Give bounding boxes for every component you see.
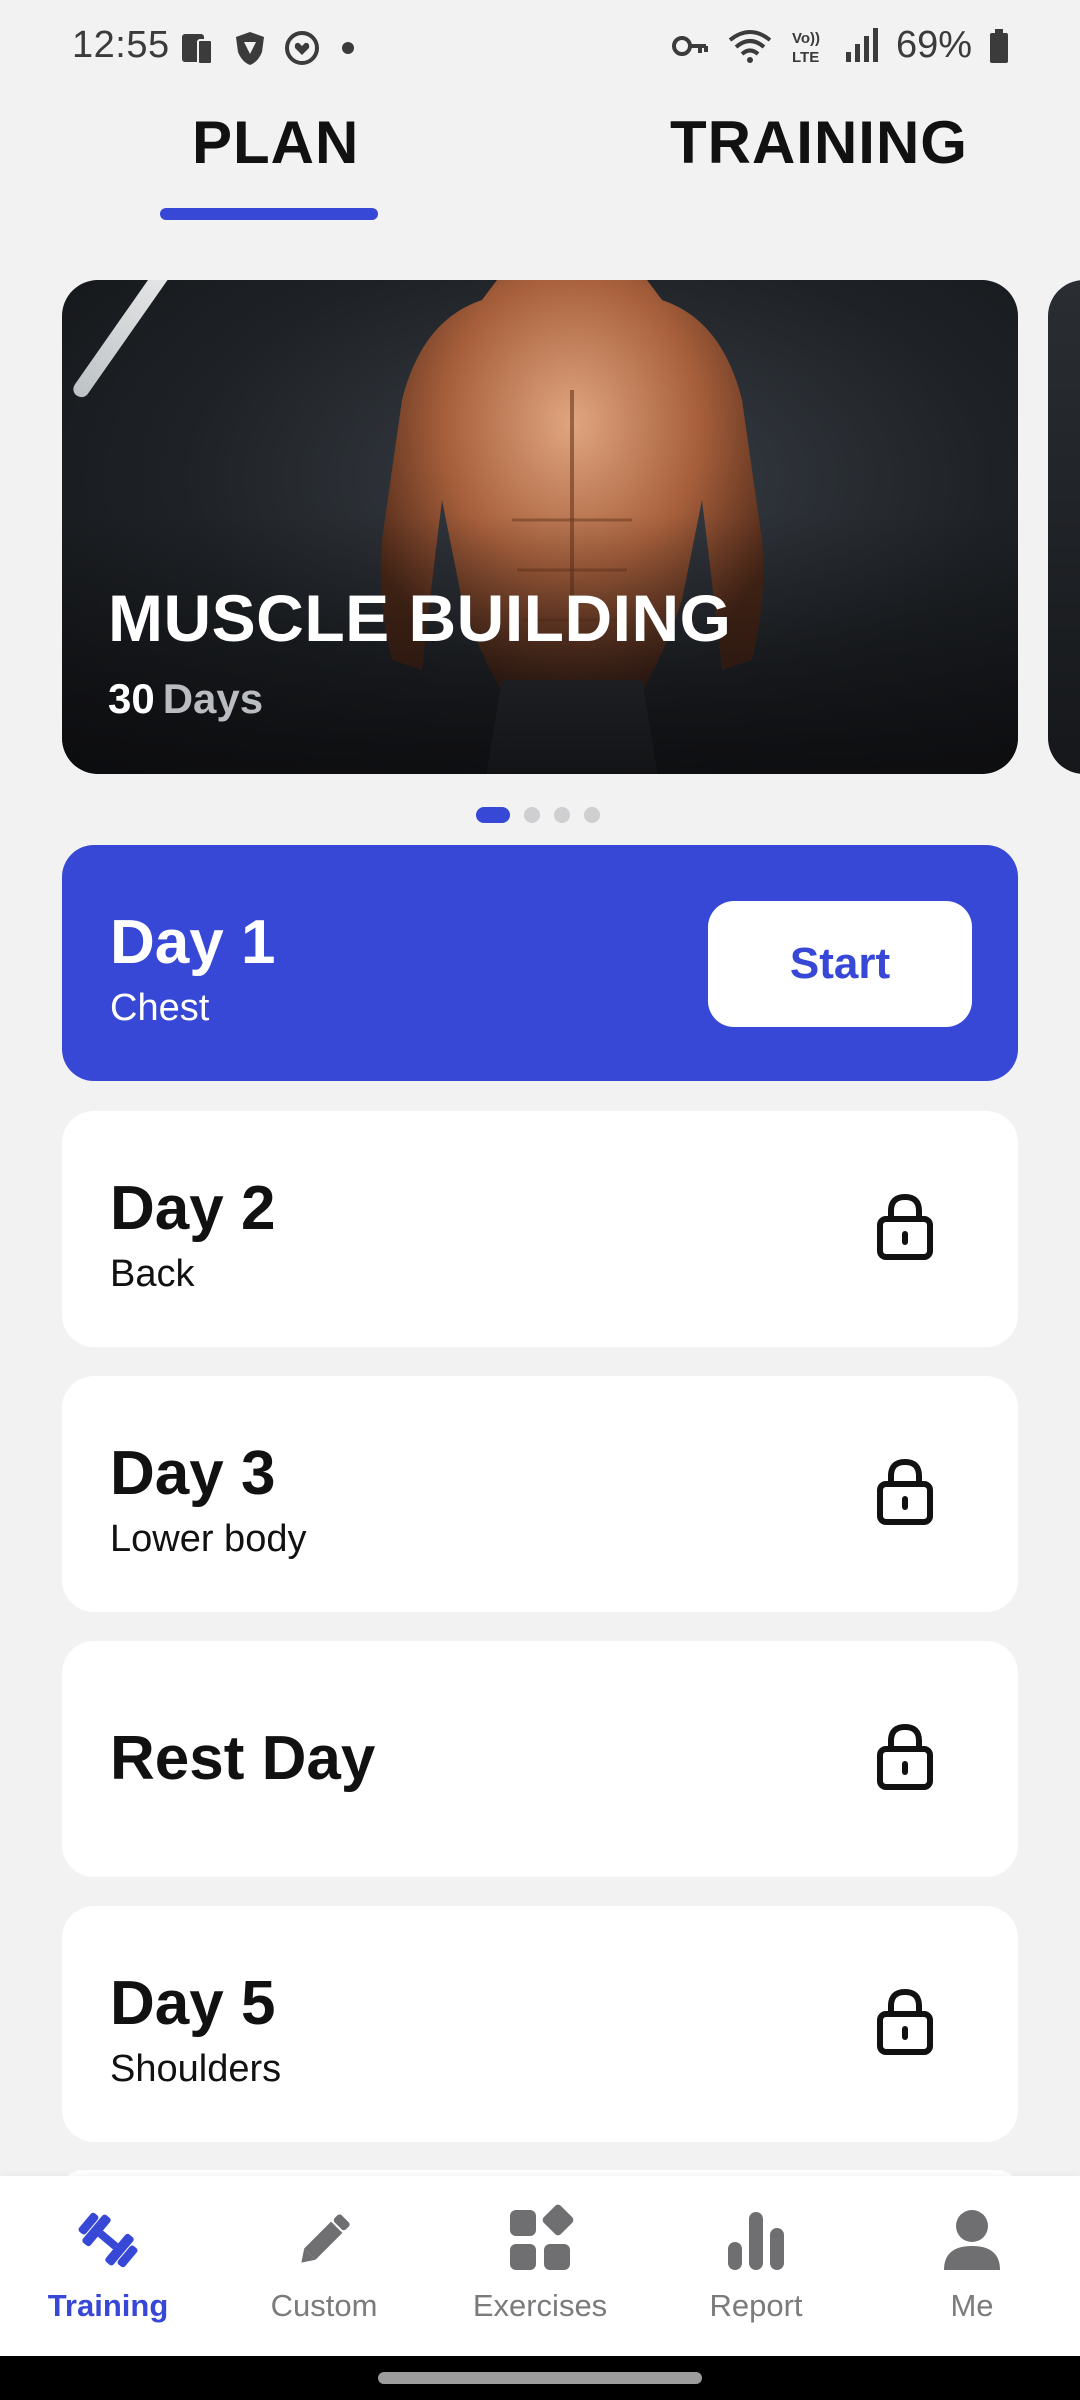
top-tabs: PLAN TRAINING bbox=[0, 108, 1080, 228]
status-bar: 12:55 Vo)) LTE 69% bbox=[0, 0, 1080, 96]
status-right-icons: Vo)) LTE 69% bbox=[670, 24, 1010, 67]
day-title: Day 3 bbox=[110, 1439, 276, 1508]
day-subtitle: Chest bbox=[110, 987, 210, 1029]
volte-icon: Vo)) LTE bbox=[792, 30, 820, 66]
bar-chart-icon bbox=[728, 2212, 784, 2270]
pager-dot[interactable] bbox=[554, 807, 570, 823]
dot-icon bbox=[342, 42, 354, 54]
grid-icon bbox=[510, 2204, 574, 2270]
tab-training[interactable]: TRAINING bbox=[670, 108, 968, 177]
nav-item-exercises[interactable]: Exercises bbox=[440, 2204, 640, 2324]
next-plan-card-peek[interactable] bbox=[1048, 280, 1080, 774]
phone-tablet-icon bbox=[182, 34, 213, 65]
day-card-5[interactable]: Day 5 Shoulders bbox=[62, 1906, 1018, 2142]
plan-title: MUSCLE BUILDING bbox=[108, 581, 732, 655]
pager-dot[interactable] bbox=[584, 807, 600, 823]
svg-text:LTE: LTE bbox=[792, 49, 819, 66]
day-title: Day 5 bbox=[110, 1969, 276, 2038]
pager-dot[interactable] bbox=[524, 807, 540, 823]
day-title: Rest Day bbox=[110, 1724, 376, 1793]
battery-percent: 69% bbox=[895, 24, 972, 66]
nav-label: Exercises bbox=[472, 2288, 608, 2323]
day-title: Day 2 bbox=[110, 1174, 276, 1243]
system-gesture-bar bbox=[0, 2356, 1080, 2400]
nav-label: Custom bbox=[270, 2288, 378, 2323]
bottom-navigation: Training Custom Exercises Report Me bbox=[0, 2176, 1080, 2356]
pager-dot-active[interactable] bbox=[476, 807, 510, 823]
lock-icon bbox=[877, 1723, 933, 1790]
home-gesture-handle[interactable] bbox=[378, 2372, 702, 2384]
status-time: 12:55 bbox=[72, 24, 170, 66]
lock-icon bbox=[877, 1988, 933, 2055]
heart-face-icon bbox=[285, 31, 319, 65]
wifi-icon bbox=[728, 29, 772, 63]
lock-icon bbox=[877, 1458, 933, 1525]
nav-label: Me bbox=[950, 2288, 994, 2323]
day-subtitle: Back bbox=[110, 1253, 195, 1295]
day-card-3[interactable]: Day 3 Lower body bbox=[62, 1376, 1018, 1612]
shield-icon bbox=[236, 32, 264, 65]
active-tab-indicator bbox=[160, 208, 378, 220]
dumbbell-icon bbox=[78, 2212, 138, 2268]
status-left-icons bbox=[178, 28, 360, 68]
day-card-2[interactable]: Day 2 Back bbox=[62, 1111, 1018, 1347]
nav-item-me[interactable]: Me bbox=[872, 2204, 1072, 2324]
start-button[interactable]: Start bbox=[708, 901, 972, 1027]
vpn-key-icon bbox=[671, 35, 708, 56]
battery-icon bbox=[990, 28, 1008, 63]
nav-item-report[interactable]: Report bbox=[656, 2204, 856, 2324]
plan-hero-card[interactable]: MUSCLE BUILDING 30 Days bbox=[62, 280, 1018, 774]
person-icon bbox=[944, 2210, 1000, 2270]
nav-label: Training bbox=[47, 2288, 169, 2323]
signal-icon bbox=[845, 27, 878, 62]
plan-duration: 30 Days bbox=[108, 675, 263, 723]
pencil-icon bbox=[301, 2214, 350, 2263]
day-subtitle: Shoulders bbox=[110, 2048, 282, 2090]
plan-days-number: 30 bbox=[108, 675, 155, 722]
day-title: Day 1 bbox=[110, 908, 276, 977]
day-card-1[interactable]: Day 1 Chest Start bbox=[62, 845, 1018, 1081]
nav-label: Report bbox=[709, 2288, 803, 2323]
nav-item-training[interactable]: Training bbox=[8, 2204, 208, 2324]
day-card-rest[interactable]: Rest Day bbox=[62, 1641, 1018, 1877]
tab-plan[interactable]: PLAN bbox=[192, 108, 359, 177]
ceiling-light bbox=[70, 280, 176, 401]
lock-icon bbox=[877, 1193, 933, 1260]
svg-text:Vo)): Vo)) bbox=[792, 30, 820, 47]
carousel-pager bbox=[476, 807, 600, 823]
app-screen: 12:55 Vo)) LTE 69% PLAN TRAINING MUSCLE … bbox=[0, 0, 1080, 2400]
nav-item-custom[interactable]: Custom bbox=[224, 2204, 424, 2324]
day-subtitle: Lower body bbox=[110, 1518, 307, 1560]
plan-days-unit: Days bbox=[162, 675, 264, 722]
